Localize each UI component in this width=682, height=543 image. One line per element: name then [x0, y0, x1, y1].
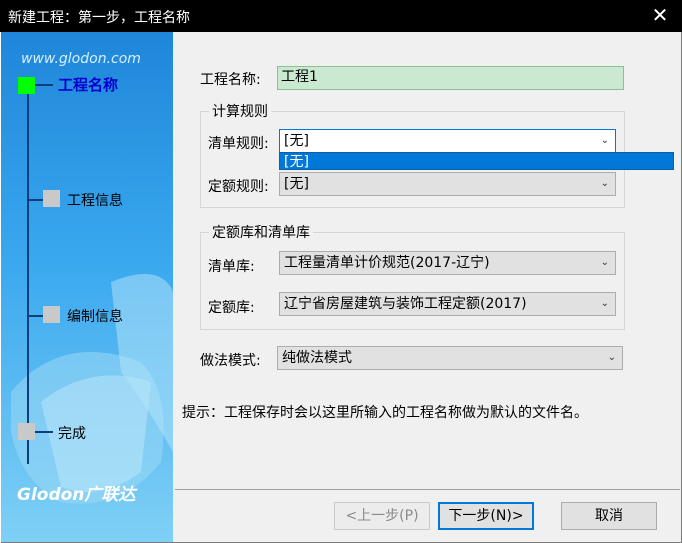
step-indicator-compile-info [43, 306, 60, 323]
quota-rule-value: [无] [284, 176, 309, 192]
bill-rule-label: 清单规则: [208, 136, 269, 152]
title-bar: 新建工程：第一步，工程名称 ✕ [0, 0, 682, 32]
step-label-project-name: 工程名称 [58, 76, 119, 94]
cancel-button[interactable]: 取消 [561, 502, 657, 530]
prev-button[interactable]: <上一步(P) [334, 502, 430, 530]
step-connector-4 [35, 431, 53, 433]
step-label-finish: 完成 [58, 426, 86, 442]
quota-rule-select[interactable]: [无] ⌄ [279, 172, 616, 196]
chevron-down-icon[interactable]: ⌄ [601, 293, 609, 315]
calc-rules-group-title: 计算规则 [209, 101, 271, 121]
method-label: 做法模式: [200, 353, 261, 369]
quota-rule-label: 定额规则: [208, 179, 269, 195]
step-connector-3 [29, 315, 43, 317]
bill-lib-label: 清单库: [208, 259, 255, 275]
step-indicator-finish [18, 423, 35, 440]
step-connector-1 [35, 84, 53, 86]
method-select[interactable]: 纯做法模式 ⌄ [277, 346, 623, 370]
bill-lib-select[interactable]: 工程量清单计价规范(2017-辽宁) ⌄ [279, 251, 616, 275]
glodon-logo: Glodon广联达 [17, 485, 136, 505]
step-indicator-project-info [43, 190, 60, 207]
step-connector [27, 86, 29, 464]
close-icon[interactable]: ✕ [648, 4, 672, 28]
quota-lib-select[interactable]: 辽宁省房屋建筑与装饰工程定额(2017) ⌄ [279, 292, 616, 316]
chevron-down-icon[interactable]: ⌄ [601, 173, 609, 195]
quota-lib-label: 定额库: [208, 300, 255, 316]
method-value: 纯做法模式 [282, 350, 352, 366]
step-label-project-info: 工程信息 [67, 193, 123, 209]
bill-rule-dropdown-option[interactable]: [无] [279, 152, 674, 170]
step-indicator-project-name [18, 77, 35, 94]
quota-lib-value: 辽宁省房屋建筑与装饰工程定额(2017) [284, 296, 527, 312]
project-name-label: 工程名称: [200, 72, 261, 88]
libs-group-title: 定额库和清单库 [209, 222, 313, 242]
next-button[interactable]: 下一步(N)> [438, 502, 534, 530]
footer-separator [175, 489, 680, 490]
window-title: 新建工程：第一步，工程名称 [8, 10, 190, 26]
bill-rule-select[interactable]: [无] ⌄ [279, 129, 616, 153]
wizard-sidebar: www.glodon.com 工程名称 工程信息 编制信息 完成 Glodon广… [1, 32, 173, 542]
step-label-compile-info: 编制信息 [67, 309, 123, 325]
chevron-down-icon[interactable]: ⌄ [601, 252, 609, 274]
step-connector-2 [29, 199, 43, 201]
project-name-input[interactable]: 工程1 [277, 66, 624, 90]
hint-text: 提示：工程保存时会以这里所输入的工程名称做为默认的文件名。 [182, 405, 588, 421]
chevron-down-icon[interactable]: ⌄ [601, 130, 609, 152]
site-url: www.glodon.com [21, 51, 141, 67]
bill-rule-value: [无] [284, 133, 309, 149]
bill-lib-value: 工程量清单计价规范(2017-辽宁) [284, 255, 490, 271]
chevron-down-icon[interactable]: ⌄ [608, 347, 616, 369]
